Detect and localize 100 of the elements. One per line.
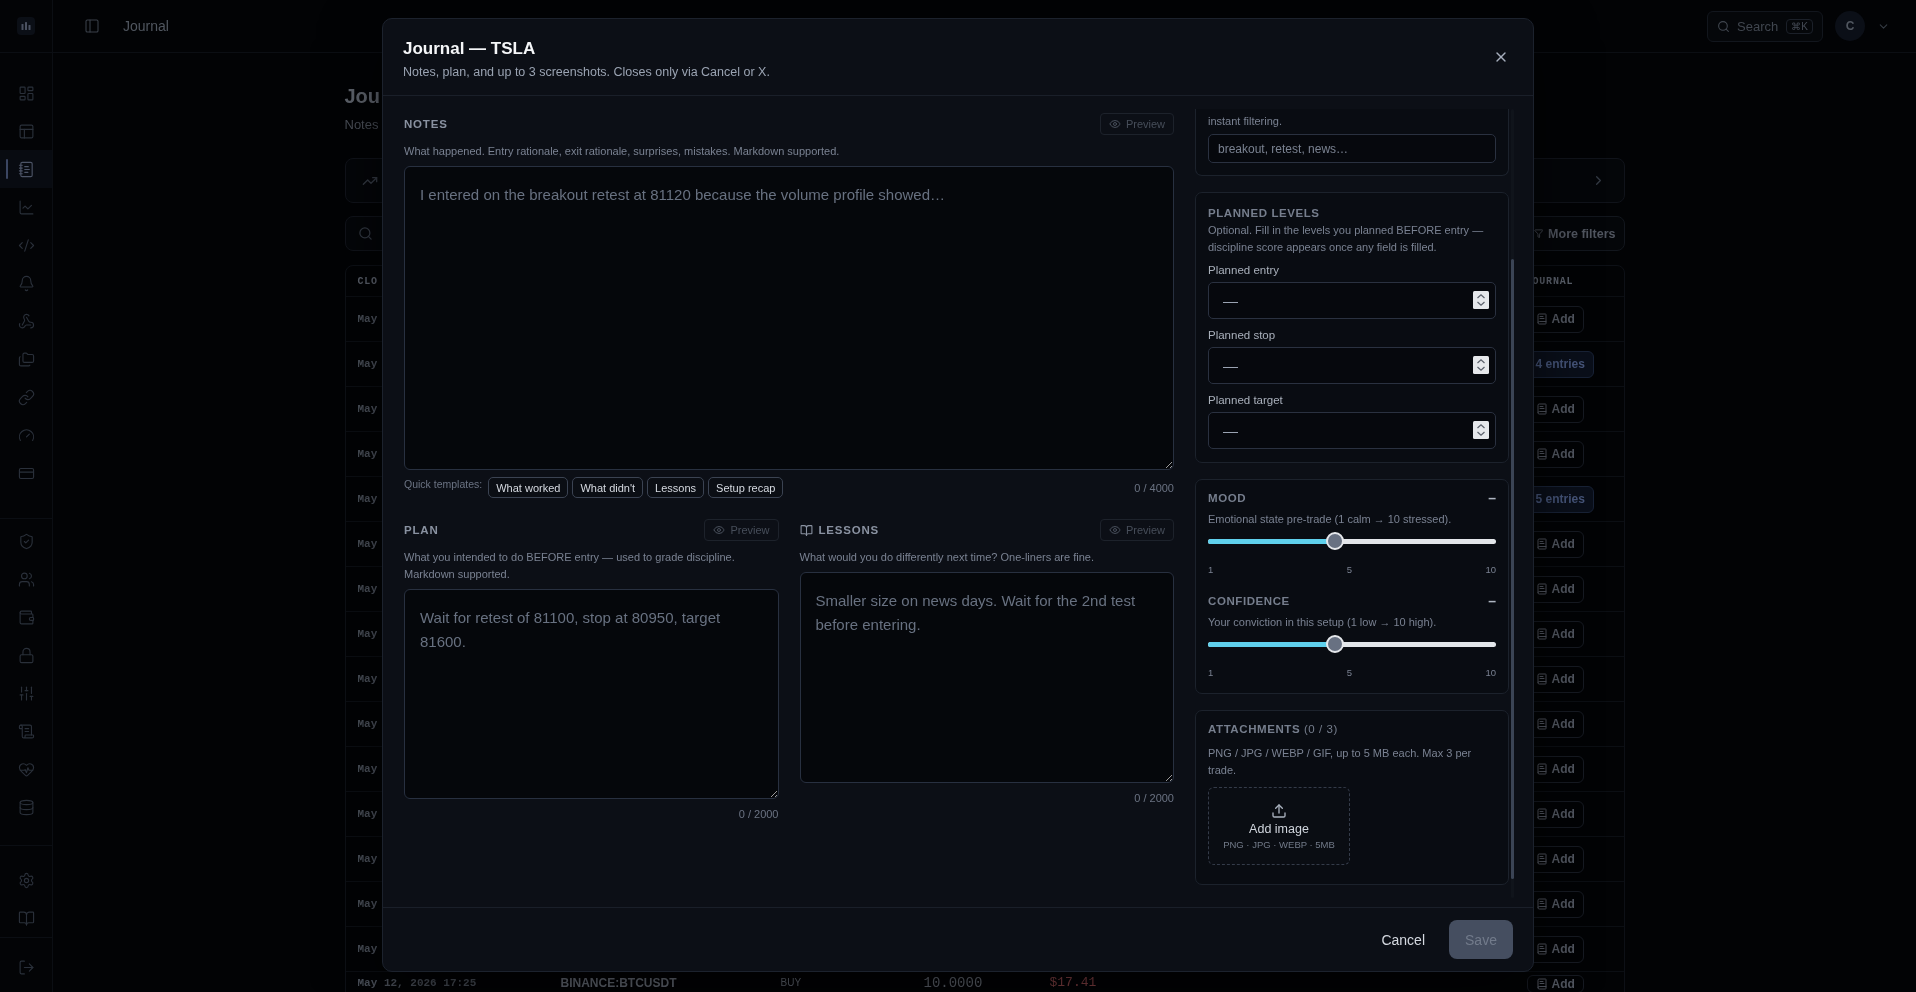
folders-icon [17,350,35,368]
notebook-icon [1535,628,1548,640]
date-cell-text: May [357,717,378,732]
number-input[interactable]: — [1208,412,1496,449]
notebook-icon [1535,313,1548,325]
bars-logo-icon [17,17,35,35]
gauge-icon [17,426,35,444]
stepper-icon[interactable] [1473,421,1489,439]
date-cell-text: May [357,627,378,642]
pnl-cell: $17.41 [1049,975,1097,991]
link-icon [17,388,35,406]
logout-icon [17,958,35,976]
slider-thumb[interactable] [1325,532,1344,550]
slider-thumb[interactable] [1325,635,1344,653]
section-label: PLAN [404,524,439,536]
section-description: What would you do differently next time? One-liners are fine. [799,550,1095,565]
search-icon [357,226,373,241]
cancel-button[interactable]: Cancel [1381,925,1425,954]
notebook-icon [1535,718,1548,730]
number-input[interactable]: — [1208,347,1496,384]
slider-track[interactable] [1208,641,1496,647]
symbol-cell: BINANCE:BTCUSDT [560,975,677,991]
number-input[interactable]: — [1208,282,1496,319]
panel-icon[interactable] [84,18,100,34]
date-cell-text: May [357,357,378,372]
side-cell-text: BUY [780,976,802,990]
users-icon [17,570,35,588]
section-label: LESSONS [818,524,880,536]
date-cell-text: May [357,762,378,777]
add-image-dropzone[interactable]: Add image PNG · JPG · WEBP · 5MB [1208,787,1350,865]
notes-textarea[interactable]: I entered on the breakout retest at 81120 because the volume profile showed… [404,166,1174,470]
date-cell-text: May [357,852,378,867]
page-subtitle: Notes [344,117,379,133]
notebook-icon [17,160,35,178]
section-label: NOTES [404,118,448,130]
filter-icon [1533,227,1544,240]
heart-pulse-icon [17,760,35,778]
notebook-icon [1535,898,1548,910]
tick-label: 5 [1346,563,1352,577]
breadcrumb-title: Journal [123,18,169,34]
database-icon [17,798,35,816]
template-button[interactable]: Setup recap [708,477,784,498]
field-label: Planned target [1208,393,1284,408]
notebook-icon [1535,403,1548,415]
column-header: OURNAL [1531,275,1574,287]
shield-check-icon [17,532,35,550]
stepper-icon[interactable] [1473,291,1489,309]
scrollbar-thumb[interactable] [1511,259,1514,879]
field-label: Planned stop [1208,328,1277,343]
sliders-icon [17,684,35,702]
date-cell-text: May [357,582,378,597]
search-icon [1717,19,1730,33]
date-cell-text: May [357,897,378,912]
dialog-title: Journal — TSLA [403,38,536,60]
character-counter: 0 / 2000 [738,807,779,821]
page-title: Jou [344,84,381,109]
notebook-icon [1535,978,1548,990]
slider-track[interactable] [1208,538,1496,544]
field-label: Planned entry [1208,263,1280,278]
eye-icon [713,524,726,536]
book-icon [799,523,813,537]
avatar[interactable]: C [1835,11,1865,41]
notebook-icon [1535,673,1548,685]
rating-value: – [1488,594,1496,609]
card-description: instant filtering. [1208,114,1283,129]
template-button[interactable]: Lessons [647,477,705,498]
stepper-icon[interactable] [1473,356,1489,374]
notebook-icon [1535,943,1548,955]
shortcut-key: ⌘K [1786,18,1813,34]
card-description: Your conviction in this setup (1 low → 10 high). [1208,615,1438,630]
bell-icon [17,274,35,292]
search-button[interactable]: Search ⌘K [1707,10,1823,42]
card-description: PNG / JPG / WEBP / GIF, up to 5 MB each. Max 3 per trade. [1208,746,1473,778]
journal-button[interactable]: Add [1526,975,1584,992]
card-title: ATTACHMENTS (0 / 3) [1208,722,1339,737]
column-header: CLO [357,275,378,287]
card-title: PLANNED LEVELS [1208,207,1320,219]
template-button[interactable]: What worked [488,477,569,498]
tick-label: 10 [1485,563,1496,577]
character-counter: 0 / 2000 [1134,791,1174,805]
layout-icon [17,122,35,140]
notebook-icon [1535,448,1548,460]
dialog-subtitle: Notes, plan, and up to 3 screenshots. Closes only via Cancel or X. [403,64,770,80]
section-description: What you intended to do BEFORE entry — used to grade discipline. Markdown supported. [404,550,736,582]
eye-icon [1108,118,1121,130]
eye-icon [1108,524,1121,536]
lessons-textarea[interactable]: Smaller size on news days. Wait for the 2nd test before entering. [799,572,1174,783]
tags-input[interactable]: breakout, retest, news… [1208,134,1496,163]
plan-textarea[interactable]: Wait for retest of 81100, stop at 80950, target 81600. [404,589,779,799]
sidebar-item[interactable] [0,150,52,188]
wallet-icon [17,608,35,626]
upload-icon [1271,802,1287,819]
date-cell-text: May [357,402,378,417]
notebook-icon [1535,583,1548,595]
tick-label: 5 [1346,666,1352,680]
template-button[interactable]: What didn't [572,477,644,498]
date-cell-text: May [357,807,378,822]
date-cell-text: May 12, 2026 17:25 [357,976,477,991]
tick-label: 1 [1208,666,1214,680]
lock-icon [17,646,35,664]
